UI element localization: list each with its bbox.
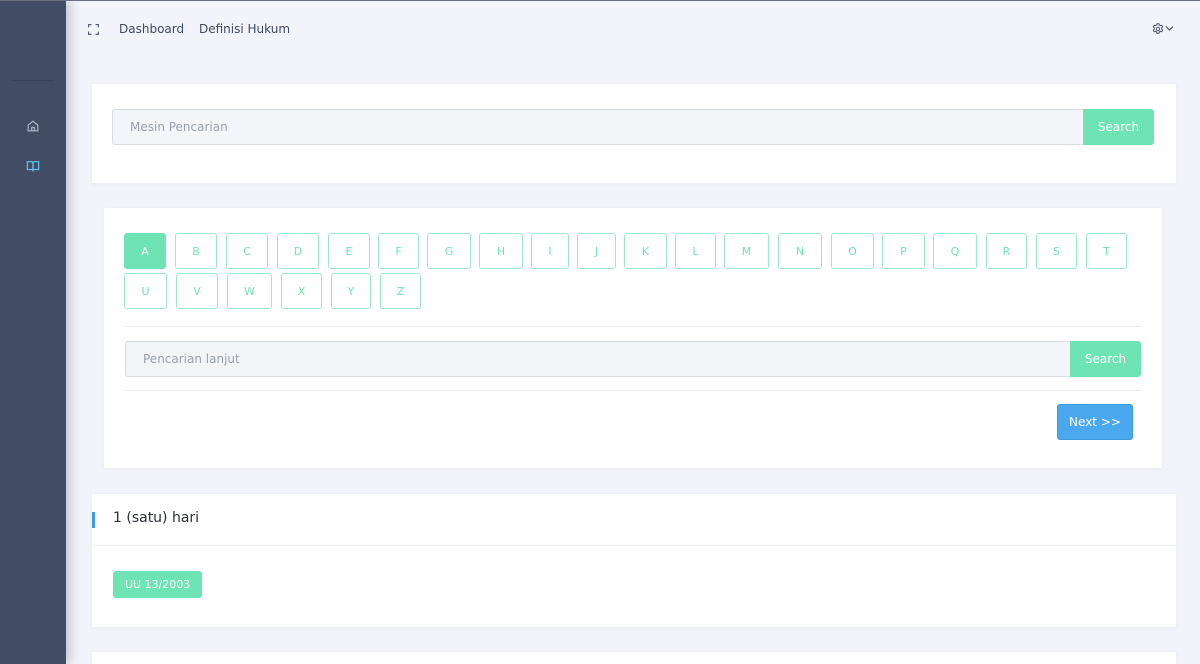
letter-button-h[interactable]: H	[479, 233, 523, 269]
top-header: Dashboard Definisi Hukum	[66, 1, 1200, 57]
letter-button-j[interactable]: J	[577, 233, 616, 269]
main-content: Dashboard Definisi Hukum Search ABCDEFGH…	[66, 1, 1200, 664]
letter-button-g[interactable]: G	[427, 233, 471, 269]
letter-button-v[interactable]: V	[176, 273, 218, 309]
search-button[interactable]: Search	[1083, 109, 1154, 145]
letter-button-x[interactable]: X	[281, 273, 322, 309]
letter-button-e[interactable]: E	[328, 233, 370, 269]
term-title: 1 (satu) hari	[113, 510, 200, 526]
letter-button-f[interactable]: F	[378, 233, 419, 269]
letter-button-i[interactable]: I	[531, 233, 569, 269]
result-card: 1 (satu) hari UU 13/2003	[92, 494, 1176, 627]
letter-button-m[interactable]: M	[724, 233, 769, 269]
sidebar-divider	[12, 80, 54, 81]
letter-button-c[interactable]: C	[226, 233, 268, 269]
next-page-button[interactable]: Next >>	[1057, 404, 1133, 440]
letter-button-d[interactable]: D	[277, 233, 319, 269]
letter-button-z[interactable]: Z	[380, 273, 421, 309]
source-badge[interactable]: UU 13/2003	[113, 571, 203, 598]
letter-button-n[interactable]: N	[778, 233, 822, 269]
letter-button-o[interactable]: O	[831, 233, 874, 269]
search-input[interactable]	[112, 109, 1083, 145]
result-card-next	[92, 652, 1176, 664]
settings-gear-icon[interactable]	[1152, 23, 1164, 35]
letter-button-y[interactable]: Y	[331, 273, 371, 309]
term-accent-bar	[92, 512, 95, 528]
sidebar-item-definisi-hukum[interactable]	[25, 158, 41, 174]
advanced-search-button[interactable]: Search	[1070, 341, 1141, 377]
letter-button-l[interactable]: L	[675, 233, 716, 269]
breadcrumb-dashboard[interactable]: Dashboard	[119, 22, 184, 36]
letter-button-r[interactable]: R	[986, 233, 1027, 269]
search-group: Search	[112, 109, 1154, 145]
letter-button-u[interactable]: U	[124, 273, 167, 309]
home-icon	[27, 120, 39, 132]
letter-button-t[interactable]: T	[1086, 233, 1127, 269]
sidebar	[0, 0, 66, 664]
chevron-down-icon[interactable]	[1165, 25, 1174, 32]
alphabet-filter-card: ABCDEFGHIJKLMNOPQRST UVWXYZ Search Next >…	[104, 208, 1162, 468]
advanced-search-input[interactable]	[125, 341, 1070, 377]
divider	[92, 545, 1176, 546]
breadcrumb-definisi-hukum[interactable]: Definisi Hukum	[199, 22, 290, 36]
letter-button-b[interactable]: B	[175, 233, 217, 269]
sidebar-item-home[interactable]	[25, 118, 41, 134]
window-top-border	[0, 0, 1200, 1]
letter-button-p[interactable]: P	[882, 233, 925, 269]
letter-button-w[interactable]: W	[227, 273, 272, 309]
divider	[124, 390, 1141, 391]
letter-button-s[interactable]: S	[1036, 233, 1077, 269]
letter-button-q[interactable]: Q	[933, 233, 977, 269]
book-open-icon	[26, 161, 40, 172]
fullscreen-icon[interactable]	[88, 24, 99, 35]
divider	[124, 326, 1141, 327]
search-card: Search	[92, 84, 1176, 183]
advanced-search-group: Search	[125, 341, 1141, 377]
letter-button-a[interactable]: A	[124, 233, 166, 269]
letter-button-k[interactable]: K	[624, 233, 667, 269]
